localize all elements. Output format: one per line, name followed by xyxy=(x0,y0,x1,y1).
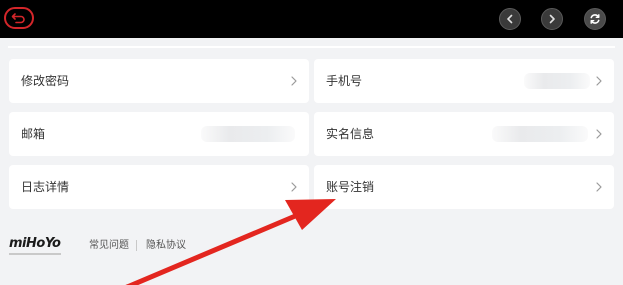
annotation-arrow xyxy=(125,199,336,285)
